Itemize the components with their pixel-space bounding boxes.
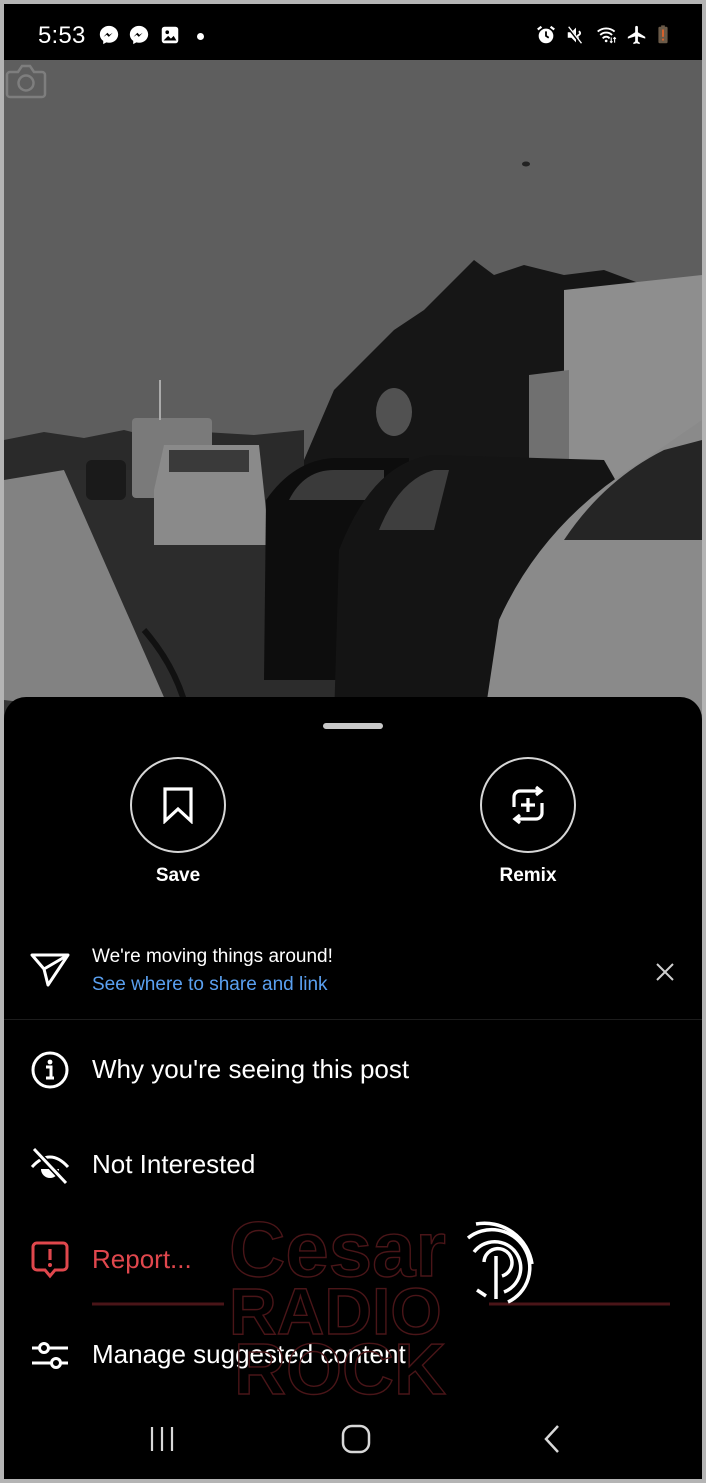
post-media[interactable] <box>4 60 702 720</box>
menu-item-not-interested[interactable]: Not Interested <box>4 1125 702 1205</box>
system-nav-bar <box>4 1399 702 1479</box>
alarm-icon <box>537 25 555 44</box>
save-button-circle[interactable] <box>130 757 226 853</box>
report-icon <box>31 1241 69 1279</box>
save-button[interactable]: Save <box>118 757 238 887</box>
notice-title: We're moving things around! <box>92 946 333 967</box>
remix-icon <box>512 785 544 825</box>
menu-item-label: Not Interested <box>92 1149 256 1179</box>
menu-item-label: Manage suggested content <box>92 1339 406 1369</box>
sliders-icon <box>32 1342 68 1369</box>
phone-screen: 5:53 Save Remix We're moving things arou… <box>4 4 702 1479</box>
wifi-icon <box>597 27 617 44</box>
menu-item-why-seeing[interactable]: Why you're seeing this post <box>4 1030 702 1110</box>
close-icon[interactable] <box>652 959 678 985</box>
info-icon <box>31 1051 69 1089</box>
save-label: Save <box>155 865 201 886</box>
home-icon[interactable] <box>336 1419 376 1459</box>
mute-icon <box>566 25 583 45</box>
gallery-icon <box>161 26 179 44</box>
bookmark-icon <box>163 787 193 824</box>
options-sheet: Save Remix We're moving things around! S… <box>4 697 702 1479</box>
camera-icon[interactable] <box>4 60 48 100</box>
send-icon <box>30 953 70 987</box>
share-notice: We're moving things around! See where to… <box>4 927 702 1020</box>
menu-item-label: Report... <box>92 1244 192 1274</box>
messenger-icon <box>99 25 119 45</box>
menu-item-manage-suggested[interactable]: Manage suggested content <box>4 1315 702 1395</box>
status-bar: 5:53 <box>4 4 702 60</box>
recents-icon[interactable] <box>142 1419 182 1459</box>
post-image <box>4 60 702 720</box>
remix-label: Remix <box>499 865 557 886</box>
airplane-mode-icon <box>627 25 646 45</box>
remix-button[interactable]: Remix <box>468 757 588 887</box>
drag-handle[interactable] <box>323 723 383 729</box>
status-time: 5:53 <box>38 22 86 49</box>
share-link[interactable]: See where to share and link <box>92 974 328 996</box>
battery-low-icon <box>658 25 668 44</box>
messenger-icon <box>129 25 149 45</box>
menu-item-report[interactable]: Report... <box>4 1220 702 1300</box>
back-icon[interactable] <box>532 1419 572 1459</box>
notification-dot-icon <box>197 33 204 40</box>
menu-item-label: Why you're seeing this post <box>92 1054 410 1084</box>
remix-button-circle[interactable] <box>480 757 576 853</box>
eye-off-icon <box>30 1146 70 1186</box>
